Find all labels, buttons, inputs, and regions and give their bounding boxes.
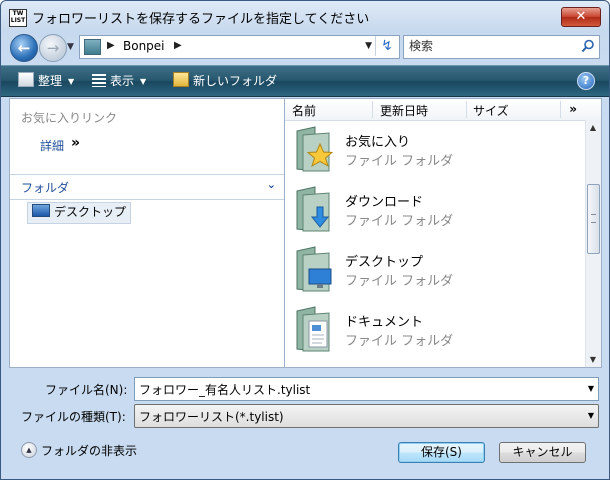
forward-button[interactable]: → (39, 34, 67, 62)
item-name: ダウンロード (345, 195, 424, 210)
chevron-down-icon: ▼ (140, 77, 147, 86)
back-button[interactable]: ← (10, 34, 38, 62)
column-size[interactable]: サイズ (473, 102, 509, 119)
filename-field[interactable]: フォロワー_有名人リスト.tylist ▼ (134, 377, 599, 401)
new-folder-label: 新しいフォルダ (193, 74, 278, 88)
forward-arrow-icon: → (46, 39, 60, 57)
scroll-down-icon[interactable]: ▼ (588, 355, 598, 364)
organize-icon (18, 72, 34, 87)
app-icon: TW LIST (9, 9, 27, 27)
dialog-title: フォロワーリストを保存するファイルを指定してください (32, 12, 370, 27)
hide-folders-toggle-icon[interactable]: ▲ (21, 442, 37, 458)
item-name: ドキュメント (345, 315, 424, 330)
breadcrumb-chevron-icon[interactable]: ▶ (174, 40, 182, 51)
chevron-down-icon: ⌄ (266, 178, 276, 191)
list-item[interactable]: ドキュメント ファイル フォルダ (295, 305, 575, 361)
details-link[interactable]: 詳細 (40, 137, 64, 154)
column-name[interactable]: 名前 (292, 102, 316, 119)
details-chevron-icon[interactable]: » (71, 135, 80, 151)
search-input[interactable] (409, 39, 569, 53)
new-folder-button[interactable]: 新しいフォルダ (173, 72, 277, 89)
help-icon[interactable]: ? (577, 72, 595, 90)
item-name: お気に入り (345, 135, 411, 150)
views-icon (92, 74, 106, 87)
address-dropdown-icon[interactable]: ▼ (365, 41, 372, 51)
new-folder-icon (173, 72, 189, 87)
desktop-icon (32, 204, 50, 217)
chevron-down-icon: ▼ (68, 77, 75, 86)
filename-label: ファイル名(N): (45, 383, 128, 397)
desktop-folder-icon (296, 246, 332, 292)
column-modified[interactable]: 更新日時 (380, 102, 428, 119)
list-item[interactable]: ダウンロード ファイル フォルダ (295, 185, 575, 241)
back-arrow-icon: ← (17, 39, 31, 57)
column-divider[interactable] (560, 101, 561, 118)
organize-label: 整理 (38, 74, 63, 88)
folders-header-label: フォルダ (21, 181, 70, 195)
filename-value[interactable]: フォロワー_有名人リスト.tylist (139, 381, 310, 398)
scrollbar-thumb[interactable] (587, 184, 600, 254)
scroll-up-icon[interactable]: ▲ (588, 123, 598, 132)
chevron-down-icon[interactable]: ▼ (588, 384, 594, 393)
hide-folders-link[interactable]: フォルダの非表示 (41, 442, 137, 459)
file-list-pane: 名前 ^ 更新日時 サイズ » お気に入り ファイル フォルダ ダウンロード フ… (284, 98, 602, 368)
item-type: ファイル フォルダ (345, 154, 454, 169)
refresh-button[interactable]: ↯ (375, 36, 398, 56)
navigation-bar: ← → ▼ ▶ Bonpei ▶ ▼ ↯ (1, 31, 609, 63)
breadcrumb-chevron-icon[interactable]: ▶ (107, 40, 115, 51)
folder-tree-item[interactable]: デスクトップ (27, 202, 132, 224)
search-icon[interactable] (581, 39, 595, 53)
navigation-pane: お気に入りリンク 詳細 » フォルダ ⌄ デスクトップ (9, 98, 285, 368)
search-box[interactable] (403, 35, 600, 59)
save-button[interactable]: 保存(S) (398, 442, 485, 463)
views-button[interactable]: 表示 ▼ (92, 72, 146, 89)
column-divider[interactable] (466, 101, 467, 118)
folders-header[interactable]: フォルダ ⌄ (10, 174, 285, 200)
downloads-folder-icon (296, 186, 330, 232)
breadcrumb-item[interactable]: Bonpei (123, 39, 165, 53)
column-divider[interactable] (372, 101, 373, 118)
list-item[interactable]: お気に入り ファイル フォルダ (295, 125, 575, 181)
save-file-dialog: TW LIST フォロワーリストを保存するファイルを指定してください ✕ ← → … (0, 0, 610, 480)
title-bar[interactable]: TW LIST フォロワーリストを保存するファイルを指定してください ✕ (1, 1, 609, 31)
folder-tree-item-label: デスクトップ (54, 205, 127, 219)
address-bar[interactable]: ▶ Bonpei ▶ ▼ ↯ (79, 35, 400, 59)
filetype-label: ファイルの種類(T): (21, 410, 126, 424)
item-type: ファイル フォルダ (345, 274, 454, 289)
refresh-icon: ↯ (381, 38, 393, 54)
list-item[interactable]: デスクトップ ファイル フォルダ (295, 245, 575, 301)
column-header-row: 名前 ^ 更新日時 サイズ » (285, 99, 601, 121)
cancel-button[interactable]: キャンセル (499, 442, 586, 463)
chevron-down-icon[interactable]: ▼ (588, 411, 594, 420)
favorite-links-header: お気に入りリンク (21, 111, 118, 125)
address-folder-icon (84, 39, 101, 55)
vertical-scrollbar[interactable]: ▲ ▼ (585, 120, 601, 367)
more-columns-chevron[interactable]: » (569, 102, 577, 116)
sort-ascending-icon: ^ (327, 98, 335, 106)
close-button[interactable]: ✕ (561, 7, 601, 27)
recent-pages-dropdown[interactable]: ▼ (67, 42, 74, 52)
documents-folder-icon (296, 306, 330, 352)
close-icon: ✕ (575, 9, 587, 24)
command-toolbar: 整理 ▼ 表示 ▼ 新しいフォルダ ? (1, 65, 609, 97)
filetype-value: フォロワーリスト(*.tylist) (139, 410, 284, 424)
item-type: ファイル フォルダ (345, 334, 454, 349)
item-name: デスクトップ (345, 255, 424, 270)
views-label: 表示 (110, 74, 135, 88)
filetype-select[interactable]: フォロワーリスト(*.tylist) ▼ (134, 404, 599, 428)
favorites-folder-icon (296, 126, 333, 172)
organize-button[interactable]: 整理 ▼ (18, 72, 74, 89)
item-type: ファイル フォルダ (345, 214, 454, 229)
